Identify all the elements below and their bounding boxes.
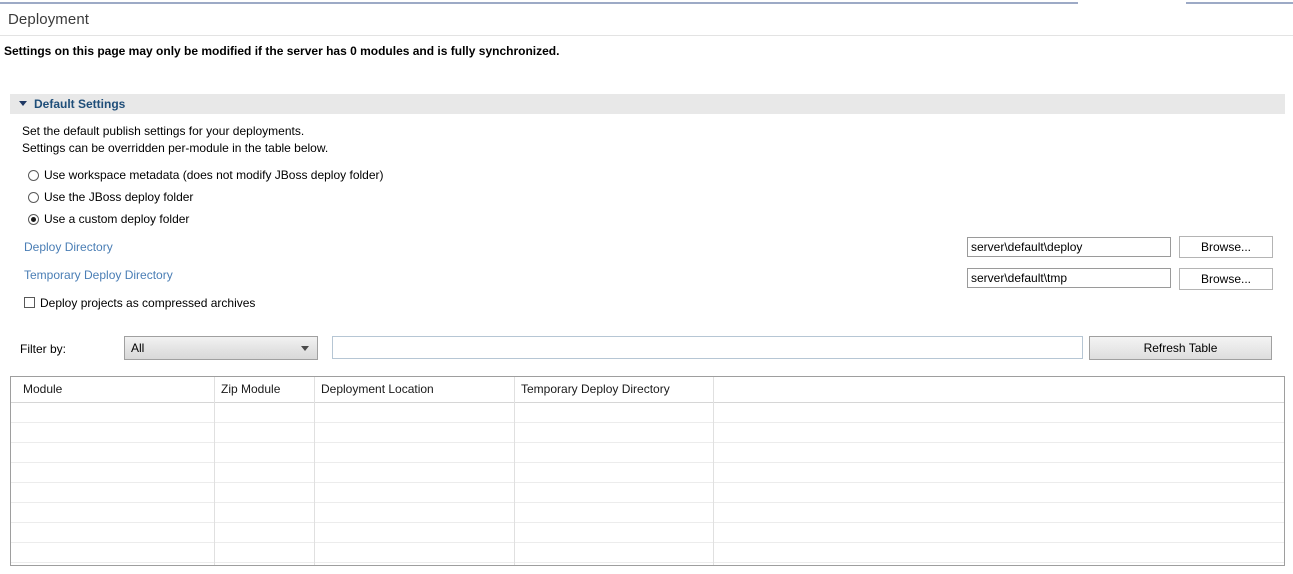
table-row[interactable] [11, 543, 1284, 563]
page-title-bar: Deployment [0, 6, 1293, 36]
table-row[interactable] [11, 403, 1284, 423]
section-description-line-1: Set the default publish settings for you… [22, 124, 305, 138]
table-row[interactable] [11, 503, 1284, 523]
checkbox-label: Deploy projects as compressed archives [40, 295, 256, 310]
table-column-divider[interactable] [514, 377, 515, 565]
radio-use-workspace-metadata[interactable]: Use workspace metadata (does not modify … [28, 166, 384, 184]
table-column-header[interactable]: Module [23, 382, 62, 396]
default-settings-section-title: Default Settings [34, 97, 126, 111]
temporary-deploy-directory-input[interactable] [967, 268, 1171, 288]
table-header-row: Module Zip Module Deployment Location Tempo… [11, 377, 1284, 403]
radio-icon[interactable] [28, 169, 39, 181]
table-column-divider[interactable] [713, 377, 714, 565]
deploy-as-compressed-archives-checkbox[interactable]: Deploy projects as compressed archives [24, 294, 255, 311]
table-row[interactable] [11, 483, 1284, 503]
table-column-header[interactable]: Zip Module [221, 382, 280, 396]
filter-text-input[interactable] [332, 336, 1083, 359]
tab-underline-right [1186, 2, 1293, 4]
checkbox-icon[interactable] [24, 297, 35, 308]
radio-icon-selected[interactable] [28, 213, 39, 225]
filter-by-label: Filter by: [20, 342, 67, 356]
section-description-line-2: Settings can be overridden per-module in… [22, 141, 329, 155]
filter-by-select[interactable] [124, 336, 318, 360]
deploy-directory-browse-button[interactable]: Browse... [1179, 236, 1273, 258]
radio-label: Use the JBoss deploy folder [44, 190, 194, 204]
table-column-divider[interactable] [314, 377, 315, 565]
deploy-directory-label[interactable]: Deploy Directory [24, 240, 113, 254]
table-row[interactable] [11, 463, 1284, 483]
sync-requirement-note: Settings on this page may only be modifi… [4, 44, 560, 58]
refresh-table-button[interactable]: Refresh Table [1089, 336, 1272, 360]
table-row[interactable] [11, 523, 1284, 543]
module-deployment-table[interactable]: Module Zip Module Deployment Location Tempo… [10, 376, 1285, 566]
table-row[interactable] [11, 443, 1284, 463]
table-body[interactable] [11, 403, 1284, 563]
table-column-header[interactable]: Deployment Location [321, 382, 434, 396]
radio-label: Use workspace metadata (does not modify … [44, 168, 384, 182]
deploy-directory-input[interactable] [967, 237, 1171, 257]
table-column-divider[interactable] [214, 377, 215, 565]
table-column-header[interactable]: Temporary Deploy Directory [521, 382, 670, 396]
radio-icon[interactable] [28, 191, 39, 203]
triangle-down-icon[interactable] [19, 101, 27, 106]
temporary-deploy-directory-label[interactable]: Temporary Deploy Directory [24, 268, 173, 282]
radio-use-custom-deploy-folder[interactable]: Use a custom deploy folder [28, 210, 189, 228]
table-row[interactable] [11, 423, 1284, 443]
tab-active-underline-left [0, 2, 1078, 4]
page-title: Deployment [8, 11, 90, 28]
radio-use-jboss-deploy-folder[interactable]: Use the JBoss deploy folder [28, 188, 193, 206]
default-settings-section-header[interactable]: Default Settings [10, 94, 1285, 114]
radio-label: Use a custom deploy folder [44, 212, 190, 226]
temporary-deploy-directory-browse-button[interactable]: Browse... [1179, 268, 1273, 290]
